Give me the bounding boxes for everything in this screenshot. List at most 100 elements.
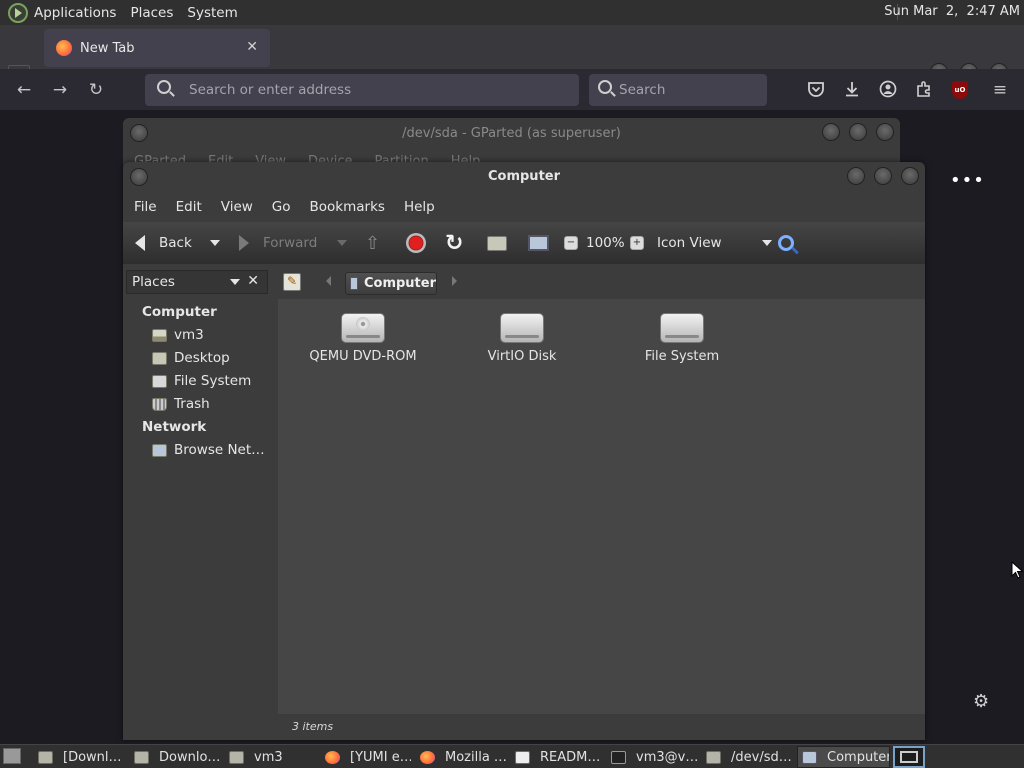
chevron-down-icon (230, 279, 240, 285)
optical-drive-icon (341, 313, 385, 343)
taskbar-item[interactable]: Mozilla … (416, 746, 508, 768)
chevron-down-icon (337, 240, 347, 246)
edit-location-icon[interactable]: ✎ (283, 273, 301, 291)
sidebar-item-desktop[interactable]: Desktop (152, 350, 230, 366)
search-input[interactable] (619, 74, 759, 106)
taskbar-item[interactable]: vm3 (225, 746, 317, 768)
system-menu[interactable]: System (187, 5, 237, 21)
search-bar[interactable] (589, 74, 767, 106)
menu-bookmarks[interactable]: Bookmarks (310, 199, 385, 215)
home-folder-icon (152, 328, 167, 342)
back-history-dropdown[interactable] (210, 222, 220, 264)
reload-button[interactable]: ↻ (445, 222, 463, 264)
zoom-in-button[interactable]: + (630, 222, 644, 264)
path-bar: ✎ Computer (278, 266, 925, 300)
close-tab-icon[interactable]: ✕ (246, 39, 258, 55)
firefox-icon (56, 40, 72, 56)
gparted-title: /dev/sda - GParted (as superuser) (402, 126, 621, 141)
maximize-button[interactable] (849, 123, 867, 141)
tab-new-tab[interactable]: New Tab ✕ (44, 29, 270, 67)
address-input[interactable] (189, 74, 569, 106)
top-panel: Applications Places System Sun Mar 2, 2:… (0, 0, 1024, 25)
tab-label: New Tab (80, 40, 135, 56)
taskbar-item-active[interactable]: Computer (797, 746, 890, 768)
folder-icon (229, 750, 244, 764)
close-button[interactable] (901, 167, 919, 185)
close-button[interactable] (876, 123, 894, 141)
taskbar-item[interactable]: /dev/sd… (702, 746, 795, 768)
places-menu[interactable]: Places (130, 5, 173, 21)
reload-icon[interactable]: ↻ (86, 80, 106, 100)
path-scroll-right-icon[interactable] (452, 276, 457, 286)
firefox-tabbar: New Tab ✕ (0, 25, 1024, 81)
sidebar-item-trash[interactable]: Trash (152, 396, 210, 412)
minimize-button[interactable] (847, 167, 865, 185)
extensions-icon[interactable] (914, 80, 934, 100)
path-scroll-left-icon[interactable] (326, 276, 331, 286)
drive-virtio-disk[interactable]: VirtIO Disk (457, 313, 587, 364)
sidebar-item-vm3[interactable]: vm3 (152, 327, 204, 343)
forward-arrow-icon[interactable]: → (50, 80, 70, 100)
search-icon (778, 235, 794, 251)
hard-drive-icon (500, 313, 544, 343)
taskbar-item[interactable]: READM… (511, 746, 603, 768)
menu-file[interactable]: File (134, 199, 157, 215)
sidebar-selector[interactable]: Places ✕ (126, 270, 268, 294)
ublock-origin-icon[interactable]: uO (952, 81, 972, 101)
taskbar-item[interactable]: [Downl… (34, 746, 124, 768)
drive-file-system[interactable]: File System (617, 313, 747, 364)
drive-icon (152, 374, 167, 388)
pocket-icon[interactable] (806, 80, 826, 100)
forward-history-dropdown[interactable] (337, 222, 347, 264)
terminal-icon (611, 750, 626, 764)
gear-icon[interactable]: ⚙ (973, 691, 989, 712)
status-bar: 3 items (278, 714, 925, 740)
firefox-icon (420, 750, 435, 764)
computer-icon (350, 277, 358, 290)
clock[interactable]: Sun Mar 2, 2:47 AM (884, 4, 1020, 19)
menu-go[interactable]: Go (272, 199, 291, 215)
menu-help[interactable]: Help (404, 199, 435, 215)
menu-view[interactable]: View (221, 199, 253, 215)
sidebar-selector-label: Places (132, 274, 175, 290)
folder-icon (134, 750, 149, 764)
breadcrumb-computer[interactable]: Computer (345, 272, 437, 295)
menu-edit[interactable]: Edit (176, 199, 202, 215)
firefox-icon (325, 750, 340, 764)
workspace-switcher[interactable] (893, 746, 925, 768)
taskbar-item[interactable]: [YUMI e… (321, 746, 411, 768)
sidebar-item-browse-network[interactable]: Browse Net… (152, 442, 265, 458)
address-bar[interactable] (145, 74, 579, 106)
stop-button[interactable] (406, 222, 426, 264)
maximize-button[interactable] (874, 167, 892, 185)
view-mode-select[interactable]: Icon View (657, 222, 772, 264)
mate-logo-icon[interactable] (8, 2, 28, 23)
chevron-down-icon (210, 240, 220, 246)
close-sidebar-icon[interactable]: ✕ (247, 273, 259, 289)
sidebar-section-network: Network (142, 419, 207, 435)
account-icon[interactable] (878, 80, 898, 100)
taskbar-item[interactable]: vm3@v… (607, 746, 699, 768)
show-desktop-icon[interactable] (3, 748, 21, 764)
back-arrow-icon[interactable]: ← (14, 80, 34, 100)
more-options-icon[interactable]: ••• (950, 170, 985, 191)
hamburger-menu-icon[interactable]: ≡ (990, 80, 1010, 100)
zoom-out-button[interactable]: − (564, 222, 578, 264)
sidebar-item-file-system[interactable]: File System (152, 373, 251, 389)
window-title: Computer (487, 169, 561, 184)
file-view[interactable]: QEMU DVD-ROM VirtIO Disk File System (278, 299, 925, 714)
computer-icon (528, 235, 549, 251)
back-button[interactable]: Back (135, 222, 192, 264)
search-button[interactable] (778, 222, 794, 264)
forward-button[interactable]: Forward (239, 222, 317, 264)
taskbar-item[interactable]: Downlo… (130, 746, 222, 768)
up-button[interactable]: ⇧ (365, 222, 380, 264)
applications-menu[interactable]: Applications (34, 5, 116, 21)
computer-button[interactable] (528, 222, 549, 264)
download-icon[interactable] (842, 80, 862, 100)
drive-qemu-dvd-rom[interactable]: QEMU DVD-ROM (298, 313, 428, 364)
home-button[interactable] (487, 222, 507, 264)
zoom-level[interactable]: 100% (586, 222, 625, 264)
toolbar: Back Forward ⇧ ↻ − 100% + Icon View (123, 222, 925, 264)
minimize-button[interactable] (822, 123, 840, 141)
